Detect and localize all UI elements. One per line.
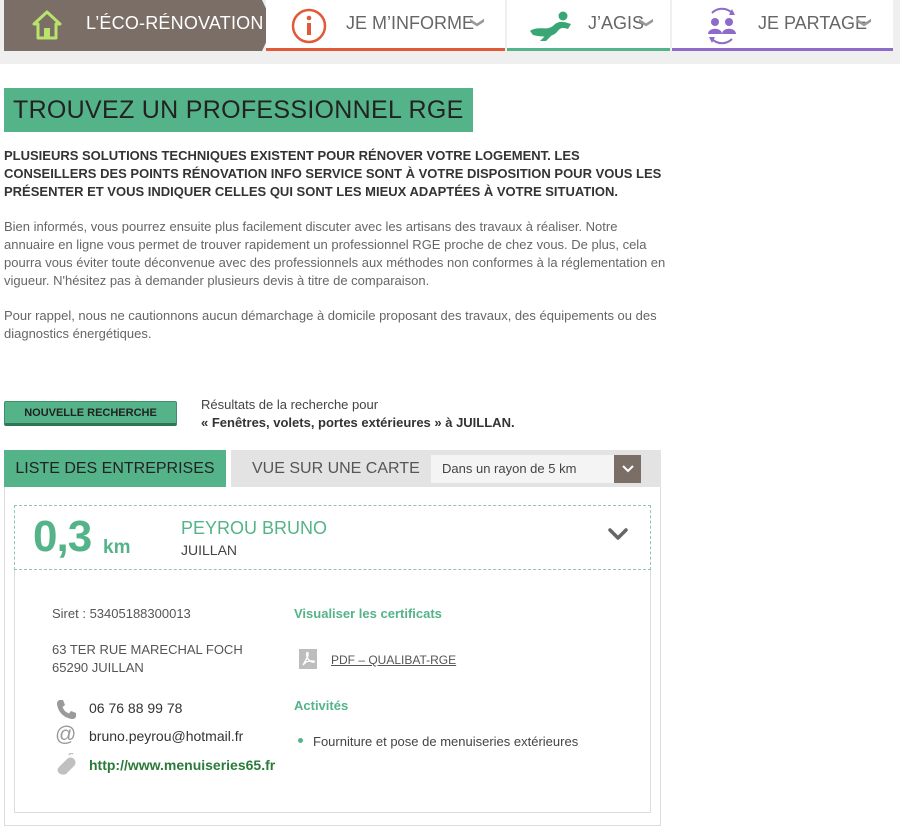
info-icon xyxy=(291,8,327,44)
radius-select-value: Dans un rayon de 5 km xyxy=(442,461,577,476)
tab-map-view[interactable]: VUE SUR UNE CARTE xyxy=(252,450,420,488)
action-icon xyxy=(530,11,571,41)
certificates-heading: Visualiser les certificats xyxy=(294,606,442,621)
tab-company-list[interactable]: LISTE DES ENTREPRISES xyxy=(4,450,226,487)
company-website-link[interactable]: http://www.menuiseries65.fr xyxy=(89,757,275,773)
chevron-down-icon: ❯ xyxy=(639,16,656,29)
activity-list-item: Fourniture et pose de menuiseries extéri… xyxy=(298,734,578,749)
intro-paragraph-2: Pour rappel, nous ne cautionnons aucun d… xyxy=(4,308,657,341)
distance-value: 0,3 xyxy=(33,512,92,561)
address-line-2: 65290 JUILLAN xyxy=(52,660,144,675)
page-title: TROUVEZ UN PROFESSIONNEL RGE xyxy=(4,88,473,132)
activity-label: Fourniture et pose de menuiseries extéri… xyxy=(313,734,579,749)
at-sign-icon: @ xyxy=(55,723,77,746)
nav-item-underline xyxy=(507,48,670,51)
radius-select[interactable]: Dans un rayon de 5 km xyxy=(431,455,641,483)
pdf-icon xyxy=(299,649,317,669)
company-phone[interactable]: 06 76 88 99 78 xyxy=(89,700,182,716)
activities-heading: Activités xyxy=(294,698,349,713)
address-line-1: 63 TER RUE MARECHAL FOCH xyxy=(52,642,243,657)
result-card-details: Siret : 53405188300013 63 TER RUE MARECH… xyxy=(14,570,651,813)
certificate-pdf-link[interactable]: PDF – QUALIBAT-RGE xyxy=(331,653,456,667)
nav-item-label: JE M’INFORME xyxy=(346,13,474,33)
nav-item-je-partage[interactable]: JE PARTAGE ❯ xyxy=(672,0,893,51)
company-name: PEYROU BRUNO xyxy=(181,518,328,538)
share-people-icon xyxy=(708,7,736,45)
chevron-down-icon[interactable] xyxy=(614,455,641,483)
chevron-down-icon[interactable] xyxy=(607,526,629,542)
nav-home-eco-renovation[interactable]: L’ÉCO-RÉNOVATION xyxy=(4,0,274,51)
mouse-icon xyxy=(57,753,76,775)
nav-item-underline xyxy=(266,48,505,51)
company-email[interactable]: bruno.peyrou@hotmail.fr xyxy=(89,728,243,744)
nav-item-label: JE PARTAGE xyxy=(758,13,868,33)
nav-item-label: J’AGIS xyxy=(588,13,645,33)
company-city: JUILLAN xyxy=(181,542,238,558)
nav-item-underline xyxy=(672,48,893,51)
results-query: « Fenêtres, volets, portes extérieures »… xyxy=(201,415,515,430)
phone-icon xyxy=(57,700,76,719)
intro-paragraph-1: Bien informés, vous pourrez ensuite plus… xyxy=(4,219,666,288)
intro-lead: PLUSIEURS SOLUTIONS TECHNIQUES EXISTENT … xyxy=(4,148,662,199)
chevron-down-icon: ❯ xyxy=(857,16,874,29)
house-icon xyxy=(32,10,62,40)
bullet-icon xyxy=(298,738,303,744)
tab-map-view-bar: VUE SUR UNE CARTE Dans un rayon de 5 km xyxy=(231,450,661,487)
distance-unit: km xyxy=(103,537,131,558)
chevron-down-icon: ❯ xyxy=(470,16,487,29)
new-search-button[interactable]: NOUVELLE RECHERCHE xyxy=(4,401,177,426)
nav-item-je-minforme[interactable]: JE M’INFORME ❯ xyxy=(266,0,505,51)
result-card-header[interactable]: 0,3 km PEYROU BRUNO JUILLAN xyxy=(14,505,651,570)
main-nav: L’ÉCO-RÉNOVATION JE M’INFORME ❯ J’AGIS ❯ xyxy=(0,0,900,64)
results-label: Résultats de la recherche pour xyxy=(201,397,379,412)
nav-item-jagis[interactable]: J’AGIS ❯ xyxy=(507,0,670,51)
nav-home-label: L’ÉCO-RÉNOVATION xyxy=(86,13,264,33)
company-siret: Siret : 53405188300013 xyxy=(52,606,191,621)
